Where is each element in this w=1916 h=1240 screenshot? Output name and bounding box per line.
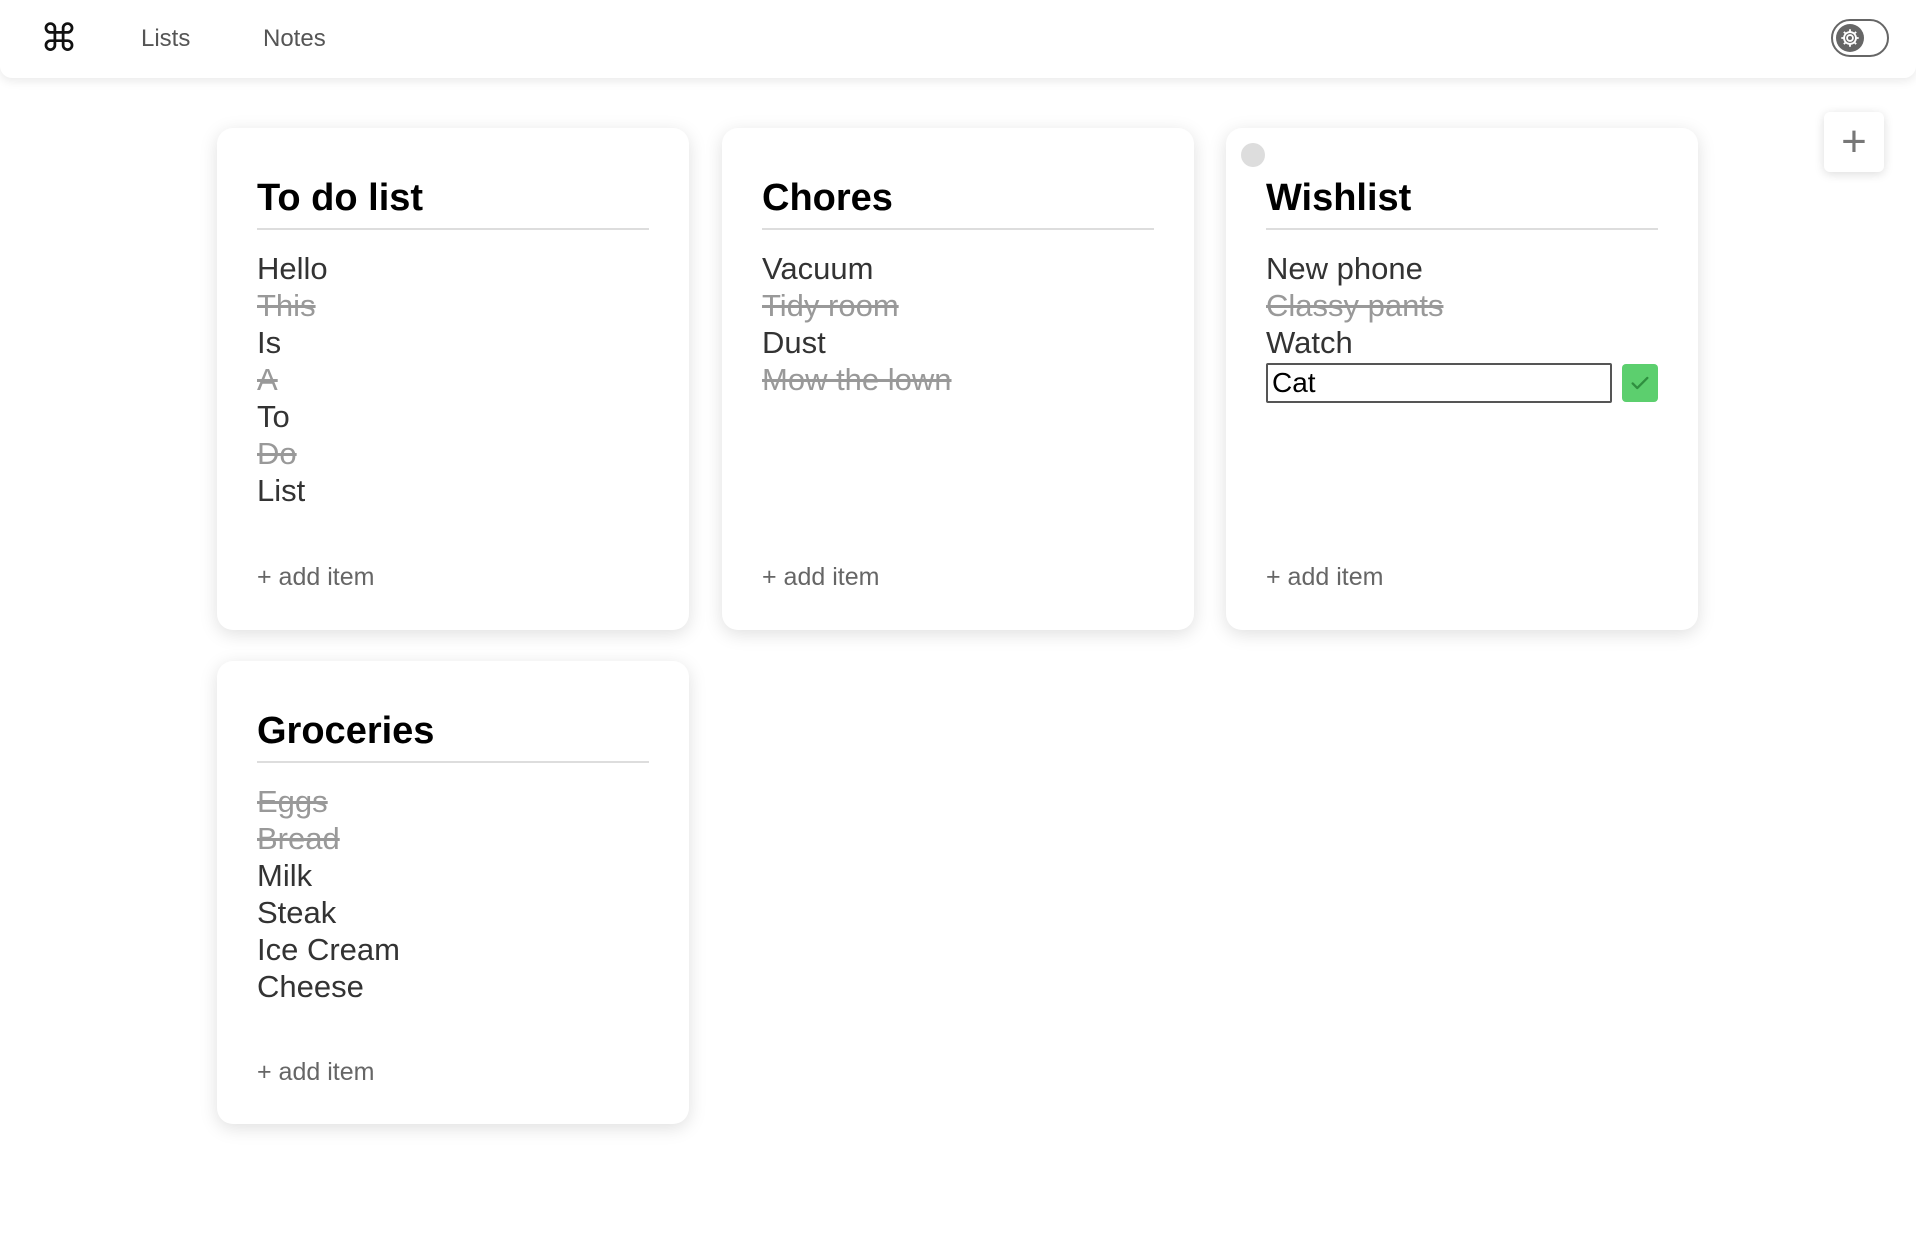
list-item-done[interactable]: Mow the lown <box>762 361 1154 398</box>
list-item-done[interactable]: Eggs <box>257 783 649 820</box>
add-item-button[interactable]: + add item <box>1266 562 1383 592</box>
list-title: To do list <box>257 177 424 219</box>
list-item-done[interactable]: This <box>257 287 649 324</box>
list-item[interactable]: Cheese <box>257 968 649 1005</box>
plus-icon: + <box>1841 117 1867 166</box>
list-card: Chores Vacuum Tidy room Dust Mow the low… <box>722 128 1194 630</box>
list-item[interactable]: List <box>257 472 649 509</box>
list-item[interactable]: Dust <box>762 324 1154 361</box>
list-item-done[interactable]: Tidy room <box>762 287 1154 324</box>
settings-toggle[interactable] <box>1831 19 1889 57</box>
add-item-button[interactable]: + add item <box>257 1057 374 1087</box>
drag-handle[interactable] <box>1241 143 1265 167</box>
list-items: Hello This Is A To Do List <box>257 250 649 509</box>
checkmark-icon <box>1631 376 1649 390</box>
divider <box>257 761 649 763</box>
nav-link-lists[interactable]: Lists <box>141 24 190 54</box>
list-item[interactable]: Watch <box>1266 324 1658 361</box>
list-items: New phone Classy pants Watch <box>1266 250 1658 361</box>
list-item[interactable]: Steak <box>257 894 649 931</box>
nav-link-notes[interactable]: Notes <box>263 24 326 54</box>
list-item[interactable]: Hello <box>257 250 649 287</box>
list-title: Wishlist <box>1266 177 1412 219</box>
list-item-done[interactable]: Classy pants <box>1266 287 1658 324</box>
divider <box>762 228 1154 230</box>
list-item[interactable]: Milk <box>257 857 649 894</box>
add-item-button[interactable]: + add item <box>257 562 374 592</box>
list-items: Vacuum Tidy room Dust Mow the lown <box>762 250 1154 398</box>
gear-icon <box>1836 24 1864 52</box>
divider <box>257 228 649 230</box>
command-key-icon[interactable]: ⌘ <box>40 16 78 60</box>
list-item[interactable]: Vacuum <box>762 250 1154 287</box>
add-list-button[interactable]: + <box>1824 112 1884 172</box>
list-items: Eggs Bread Milk Steak Ice Cream Cheese <box>257 783 649 1005</box>
confirm-button[interactable] <box>1622 364 1658 402</box>
list-item-done[interactable]: Bread <box>257 820 649 857</box>
list-card: Groceries Eggs Bread Milk Steak Ice Crea… <box>217 661 689 1124</box>
list-item[interactable]: Is <box>257 324 649 361</box>
new-item-input[interactable] <box>1266 363 1612 403</box>
list-item-done[interactable]: A <box>257 361 649 398</box>
list-item[interactable]: Ice Cream <box>257 931 649 968</box>
divider <box>1266 228 1658 230</box>
list-item[interactable]: To <box>257 398 649 435</box>
list-item[interactable]: New phone <box>1266 250 1658 287</box>
list-title: Groceries <box>257 710 435 752</box>
list-item-done[interactable]: Do <box>257 435 649 472</box>
new-item-row <box>1266 363 1658 403</box>
add-item-button[interactable]: + add item <box>762 562 879 592</box>
top-nav-bar: ⌘ Lists Notes <box>0 0 1916 78</box>
list-card: To do list Hello This Is A To Do List + … <box>217 128 689 630</box>
list-title: Chores <box>762 177 893 219</box>
list-card: Wishlist New phone Classy pants Watch + … <box>1226 128 1698 630</box>
